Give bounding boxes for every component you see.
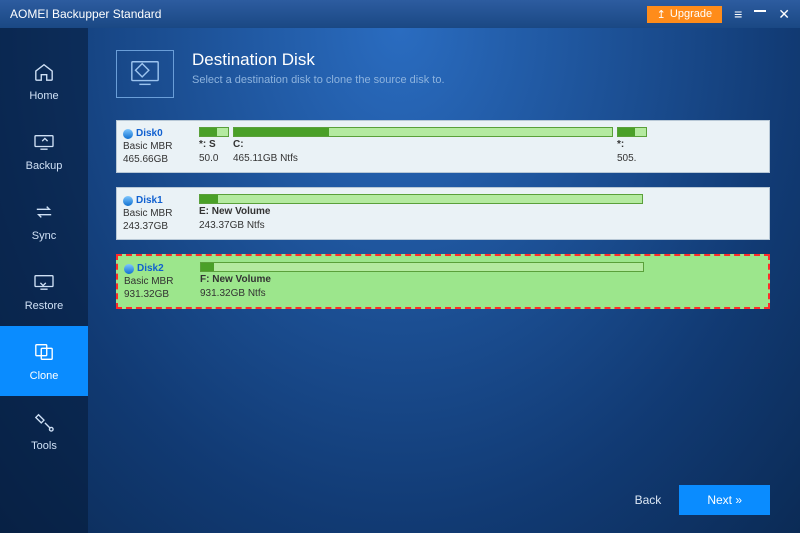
disk-size: 243.37GB (123, 220, 193, 233)
partitions: *: S 50.0 C: 465.11GB Ntfs *: 505. (199, 127, 763, 166)
disk-list: Disk0Basic MBR465.66GB*: S50.0C:465.11GB… (116, 120, 770, 309)
sidebar-item-backup[interactable]: Backup (0, 116, 88, 186)
sidebar-item-sync[interactable]: Sync (0, 186, 88, 256)
sidebar-label: Home (29, 90, 58, 102)
partitions: F: New Volume 931.32GB Ntfs (200, 262, 762, 301)
sidebar-label: Backup (26, 160, 63, 172)
app-title: AOMEI Backupper Standard (10, 7, 647, 21)
back-button[interactable]: Back (635, 493, 662, 507)
disk-size: 931.32GB (124, 288, 194, 301)
tools-icon (32, 410, 56, 434)
sync-icon (32, 200, 56, 224)
restore-icon (32, 270, 56, 294)
sidebar-item-tools[interactable]: Tools (0, 396, 88, 466)
titlebar: AOMEI Backupper Standard ↥ Upgrade ≡ ✕ (0, 0, 800, 28)
clone-icon (32, 340, 56, 364)
partition-label: F: New Volume (200, 274, 644, 286)
minimize-icon[interactable] (754, 10, 766, 12)
partition-bar (617, 127, 647, 137)
partition-label: *: (617, 139, 647, 151)
partition-detail: 465.11GB Ntfs (233, 153, 613, 165)
sidebar-label: Restore (25, 300, 64, 312)
partition-detail: 50.0 (199, 153, 229, 165)
disk-card[interactable]: Disk0Basic MBR465.66GB *: S 50.0 C: 465.11GB… (116, 120, 770, 173)
disk-size: 465.66GB (123, 153, 193, 166)
close-icon[interactable]: ✕ (778, 6, 790, 23)
partition: *: S 50.0 (199, 127, 229, 166)
page-title: Destination Disk (192, 50, 445, 70)
page-subtitle: Select a destination disk to clone the s… (192, 74, 445, 86)
partition-label: C: (233, 139, 613, 151)
sidebar-label: Sync (32, 230, 56, 242)
partition-label: *: S (199, 139, 229, 151)
partition-detail: 505. (617, 153, 647, 165)
disk-icon (123, 129, 133, 139)
sidebar-item-clone[interactable]: Clone (0, 326, 88, 396)
disk-icon (124, 264, 134, 274)
home-icon (32, 60, 56, 84)
upgrade-button[interactable]: ↥ Upgrade (647, 6, 722, 23)
partition-bar (233, 127, 613, 137)
disk-type: Basic MBR (123, 207, 193, 220)
disk-icon (123, 196, 133, 206)
partition-detail: 243.37GB Ntfs (199, 220, 643, 232)
partition-label: E: New Volume (199, 206, 643, 218)
disk-info: Disk1Basic MBR243.37GB (123, 194, 193, 233)
backup-icon (32, 130, 56, 154)
destination-disk-icon (116, 50, 174, 98)
partition: E: New Volume 243.37GB Ntfs (199, 194, 643, 233)
disk-card[interactable]: Disk1Basic MBR243.37GB E: New Volume 243.3… (116, 187, 770, 240)
partition: F: New Volume 931.32GB Ntfs (200, 262, 644, 301)
partitions: E: New Volume 243.37GB Ntfs (199, 194, 763, 233)
disk-info: Disk0Basic MBR465.66GB (123, 127, 193, 166)
disk-name: Disk1 (123, 194, 193, 207)
disk-card[interactable]: Disk2Basic MBR931.32GB F: New Volume 931.3… (116, 254, 770, 309)
menu-icon[interactable]: ≡ (734, 6, 742, 22)
partition-bar (199, 194, 643, 204)
sidebar-item-restore[interactable]: Restore (0, 256, 88, 326)
partition: *: 505. (617, 127, 647, 166)
partition-bar (200, 262, 644, 272)
next-button[interactable]: Next » (679, 485, 770, 515)
partition: C: 465.11GB Ntfs (233, 127, 613, 166)
disk-type: Basic MBR (124, 275, 194, 288)
sidebar-label: Clone (30, 370, 59, 382)
disk-name: Disk0 (123, 127, 193, 140)
partition-detail: 931.32GB Ntfs (200, 288, 644, 300)
disk-info: Disk2Basic MBR931.32GB (124, 262, 194, 301)
sidebar: Home Backup Sync Restore Clone Tools (0, 28, 88, 533)
sidebar-label: Tools (31, 440, 57, 452)
disk-type: Basic MBR (123, 140, 193, 153)
disk-name: Disk2 (124, 262, 194, 275)
partition-bar (199, 127, 229, 137)
sidebar-item-home[interactable]: Home (0, 46, 88, 116)
upgrade-label: Upgrade (670, 8, 712, 20)
upgrade-arrow-icon: ↥ (657, 8, 666, 21)
